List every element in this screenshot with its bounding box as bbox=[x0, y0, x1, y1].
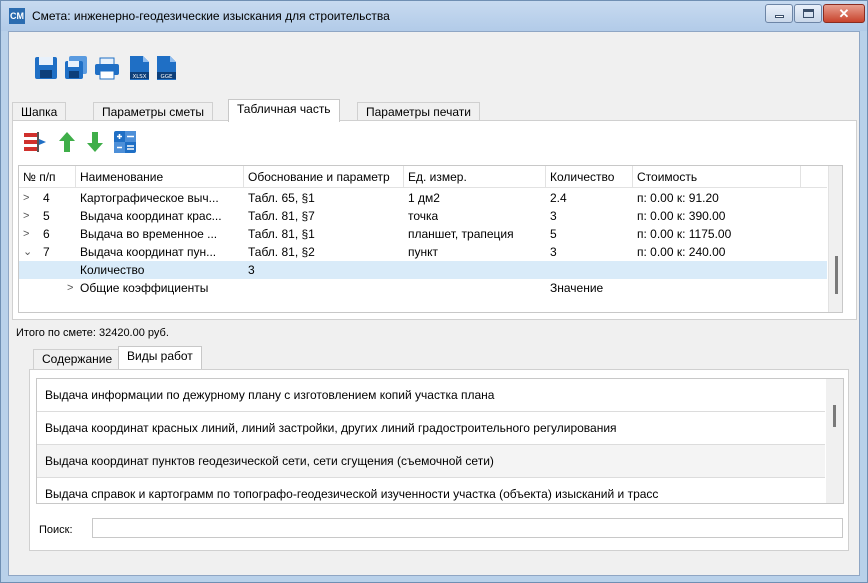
search-input[interactable] bbox=[92, 518, 843, 538]
row-unit: точка bbox=[408, 209, 439, 223]
tab-work-types[interactable]: Виды работ bbox=[118, 346, 202, 369]
list-item[interactable]: Выдача справок и картограмм по топографо… bbox=[37, 478, 825, 503]
row-cost: п: 0.00 к: 91.20 bbox=[637, 191, 719, 205]
app-window: CM Смета: инженерно-геодезические изыска… bbox=[0, 0, 868, 583]
row-unit: пункт bbox=[408, 245, 439, 259]
save-icon[interactable] bbox=[34, 55, 58, 81]
col-quantity[interactable]: Количество bbox=[546, 166, 633, 188]
row-basis: Табл. 81, §1 bbox=[248, 227, 315, 241]
estimate-total: Итого по смете: 32420.00 руб. bbox=[16, 327, 169, 339]
main-tabs: Шапка Параметры сметы Табличная часть Па… bbox=[9, 99, 861, 122]
tab-header[interactable]: Шапка bbox=[12, 102, 67, 122]
tab-print-params[interactable]: Параметры печати bbox=[357, 102, 480, 122]
row-name: Выдача во временное ... bbox=[80, 227, 218, 241]
close-icon: ✕ bbox=[838, 6, 850, 21]
sub-coeffs-label: Общие коэффициенты bbox=[80, 281, 209, 295]
minimize-icon bbox=[775, 15, 784, 18]
row-quantity: 2.4 bbox=[550, 191, 567, 205]
title-bar[interactable]: CM Смета: инженерно-геодезические изыска… bbox=[1, 1, 867, 31]
expand-icon[interactable]: > bbox=[67, 279, 73, 297]
table-part-panel: № п/п Наименование Обоснование и парамет… bbox=[12, 120, 857, 320]
estimate-grid[interactable]: № п/п Наименование Обоснование и парамет… bbox=[18, 165, 843, 313]
tab-table-part[interactable]: Табличная часть bbox=[228, 99, 340, 122]
move-up-icon[interactable] bbox=[55, 130, 79, 154]
tab-contents[interactable]: Содержание bbox=[33, 349, 122, 369]
col-number[interactable]: № п/п bbox=[19, 166, 76, 188]
col-name[interactable]: Наименование bbox=[76, 166, 244, 188]
row-number: 7 bbox=[43, 245, 50, 259]
row-cost: п: 0.00 к: 390.00 bbox=[637, 209, 726, 223]
grid-header: № п/п Наименование Обоснование и парамет… bbox=[19, 166, 827, 188]
table-row[interactable]: > 4 Картографическое выч... Табл. 65, §1… bbox=[19, 189, 827, 207]
row-cost: п: 0.00 к: 1175.00 bbox=[637, 227, 732, 241]
scrollbar-thumb[interactable] bbox=[833, 405, 836, 427]
grid-scrollbar[interactable] bbox=[828, 166, 842, 312]
row-quantity: 3 bbox=[550, 245, 557, 259]
expand-icon[interactable]: > bbox=[23, 207, 29, 225]
row-unit: 1 дм2 bbox=[408, 191, 440, 205]
export-xlsx-icon[interactable]: XLSX bbox=[127, 55, 151, 81]
table-row[interactable]: ⌄ 7 Выдача координат пун... Табл. 81, §2… bbox=[19, 243, 827, 261]
work-types-list[interactable]: Выдача информации по дежурному плану с и… bbox=[36, 378, 844, 504]
minimize-button[interactable] bbox=[765, 4, 793, 23]
print-icon[interactable] bbox=[94, 55, 120, 81]
list-item[interactable]: Выдача координат пунктов геодезической с… bbox=[37, 445, 825, 478]
table-row[interactable]: > 6 Выдача во временное ... Табл. 81, §1… bbox=[19, 225, 827, 243]
row-number: 4 bbox=[43, 191, 50, 205]
insert-row-icon[interactable] bbox=[23, 130, 47, 154]
work-types-panel: Выдача информации по дежурному плану с и… bbox=[29, 369, 849, 551]
list-scrollbar[interactable] bbox=[826, 379, 843, 503]
row-basis: Табл. 81, §2 bbox=[248, 245, 315, 259]
export-gge-icon[interactable]: GGE bbox=[154, 55, 178, 81]
table-row[interactable]: > 5 Выдача координат крас... Табл. 81, §… bbox=[19, 207, 827, 225]
row-number: 6 bbox=[43, 227, 50, 241]
row-basis: Табл. 65, §1 bbox=[248, 191, 315, 205]
calculator-icon[interactable] bbox=[113, 130, 137, 154]
row-quantity: 5 bbox=[550, 227, 557, 241]
sub-coeffs-value-header: Значение bbox=[550, 281, 604, 295]
bottom-tabs: Содержание Виды работ bbox=[9, 346, 861, 369]
row-name: Картографическое выч... bbox=[80, 191, 219, 205]
col-unit[interactable]: Ед. измер. bbox=[404, 166, 546, 188]
app-icon: CM bbox=[9, 8, 25, 24]
row-cost: п: 0.00 к: 240.00 bbox=[637, 245, 726, 259]
col-basis[interactable]: Обоснование и параметр bbox=[244, 166, 404, 188]
col-cost[interactable]: Стоимость bbox=[633, 166, 801, 188]
main-panel: XLSX GGE Шапка Параметры сметы Табличная… bbox=[8, 31, 860, 576]
list-item[interactable]: Выдача координат красных линий, линий за… bbox=[37, 412, 825, 445]
expand-icon[interactable]: > bbox=[23, 189, 29, 207]
save-all-icon[interactable] bbox=[64, 55, 88, 81]
xlsx-badge: XLSX bbox=[132, 74, 146, 80]
row-name: Выдача координат пун... bbox=[80, 245, 217, 259]
search-label: Поиск: bbox=[39, 524, 73, 536]
move-down-icon[interactable] bbox=[83, 130, 107, 154]
row-basis: Табл. 81, §7 bbox=[248, 209, 315, 223]
expand-icon[interactable]: > bbox=[23, 225, 29, 243]
scrollbar-thumb[interactable] bbox=[835, 256, 838, 294]
gge-badge: GGE bbox=[161, 74, 174, 80]
row-unit: планшет, трапеция bbox=[408, 227, 514, 241]
maximize-icon bbox=[803, 9, 814, 18]
row-name: Выдача координат крас... bbox=[80, 209, 222, 223]
maximize-button[interactable] bbox=[794, 4, 822, 23]
sub-quantity-value[interactable]: 3 bbox=[248, 261, 255, 279]
sub-row-quantity[interactable]: Количество 3 bbox=[19, 261, 827, 279]
collapse-icon[interactable]: ⌄ bbox=[23, 243, 32, 261]
row-quantity: 3 bbox=[550, 209, 557, 223]
window-title: Смета: инженерно-геодезические изыскания… bbox=[32, 9, 390, 23]
tab-estimate-params[interactable]: Параметры сметы bbox=[93, 102, 213, 122]
row-number: 5 bbox=[43, 209, 50, 223]
sub-quantity-label: Количество bbox=[80, 263, 145, 277]
sub-row-coefficients[interactable]: > Общие коэффициенты Значение bbox=[19, 279, 827, 297]
list-item[interactable]: Выдача информации по дежурному плану с и… bbox=[37, 379, 825, 412]
close-button[interactable]: ✕ bbox=[823, 4, 865, 23]
